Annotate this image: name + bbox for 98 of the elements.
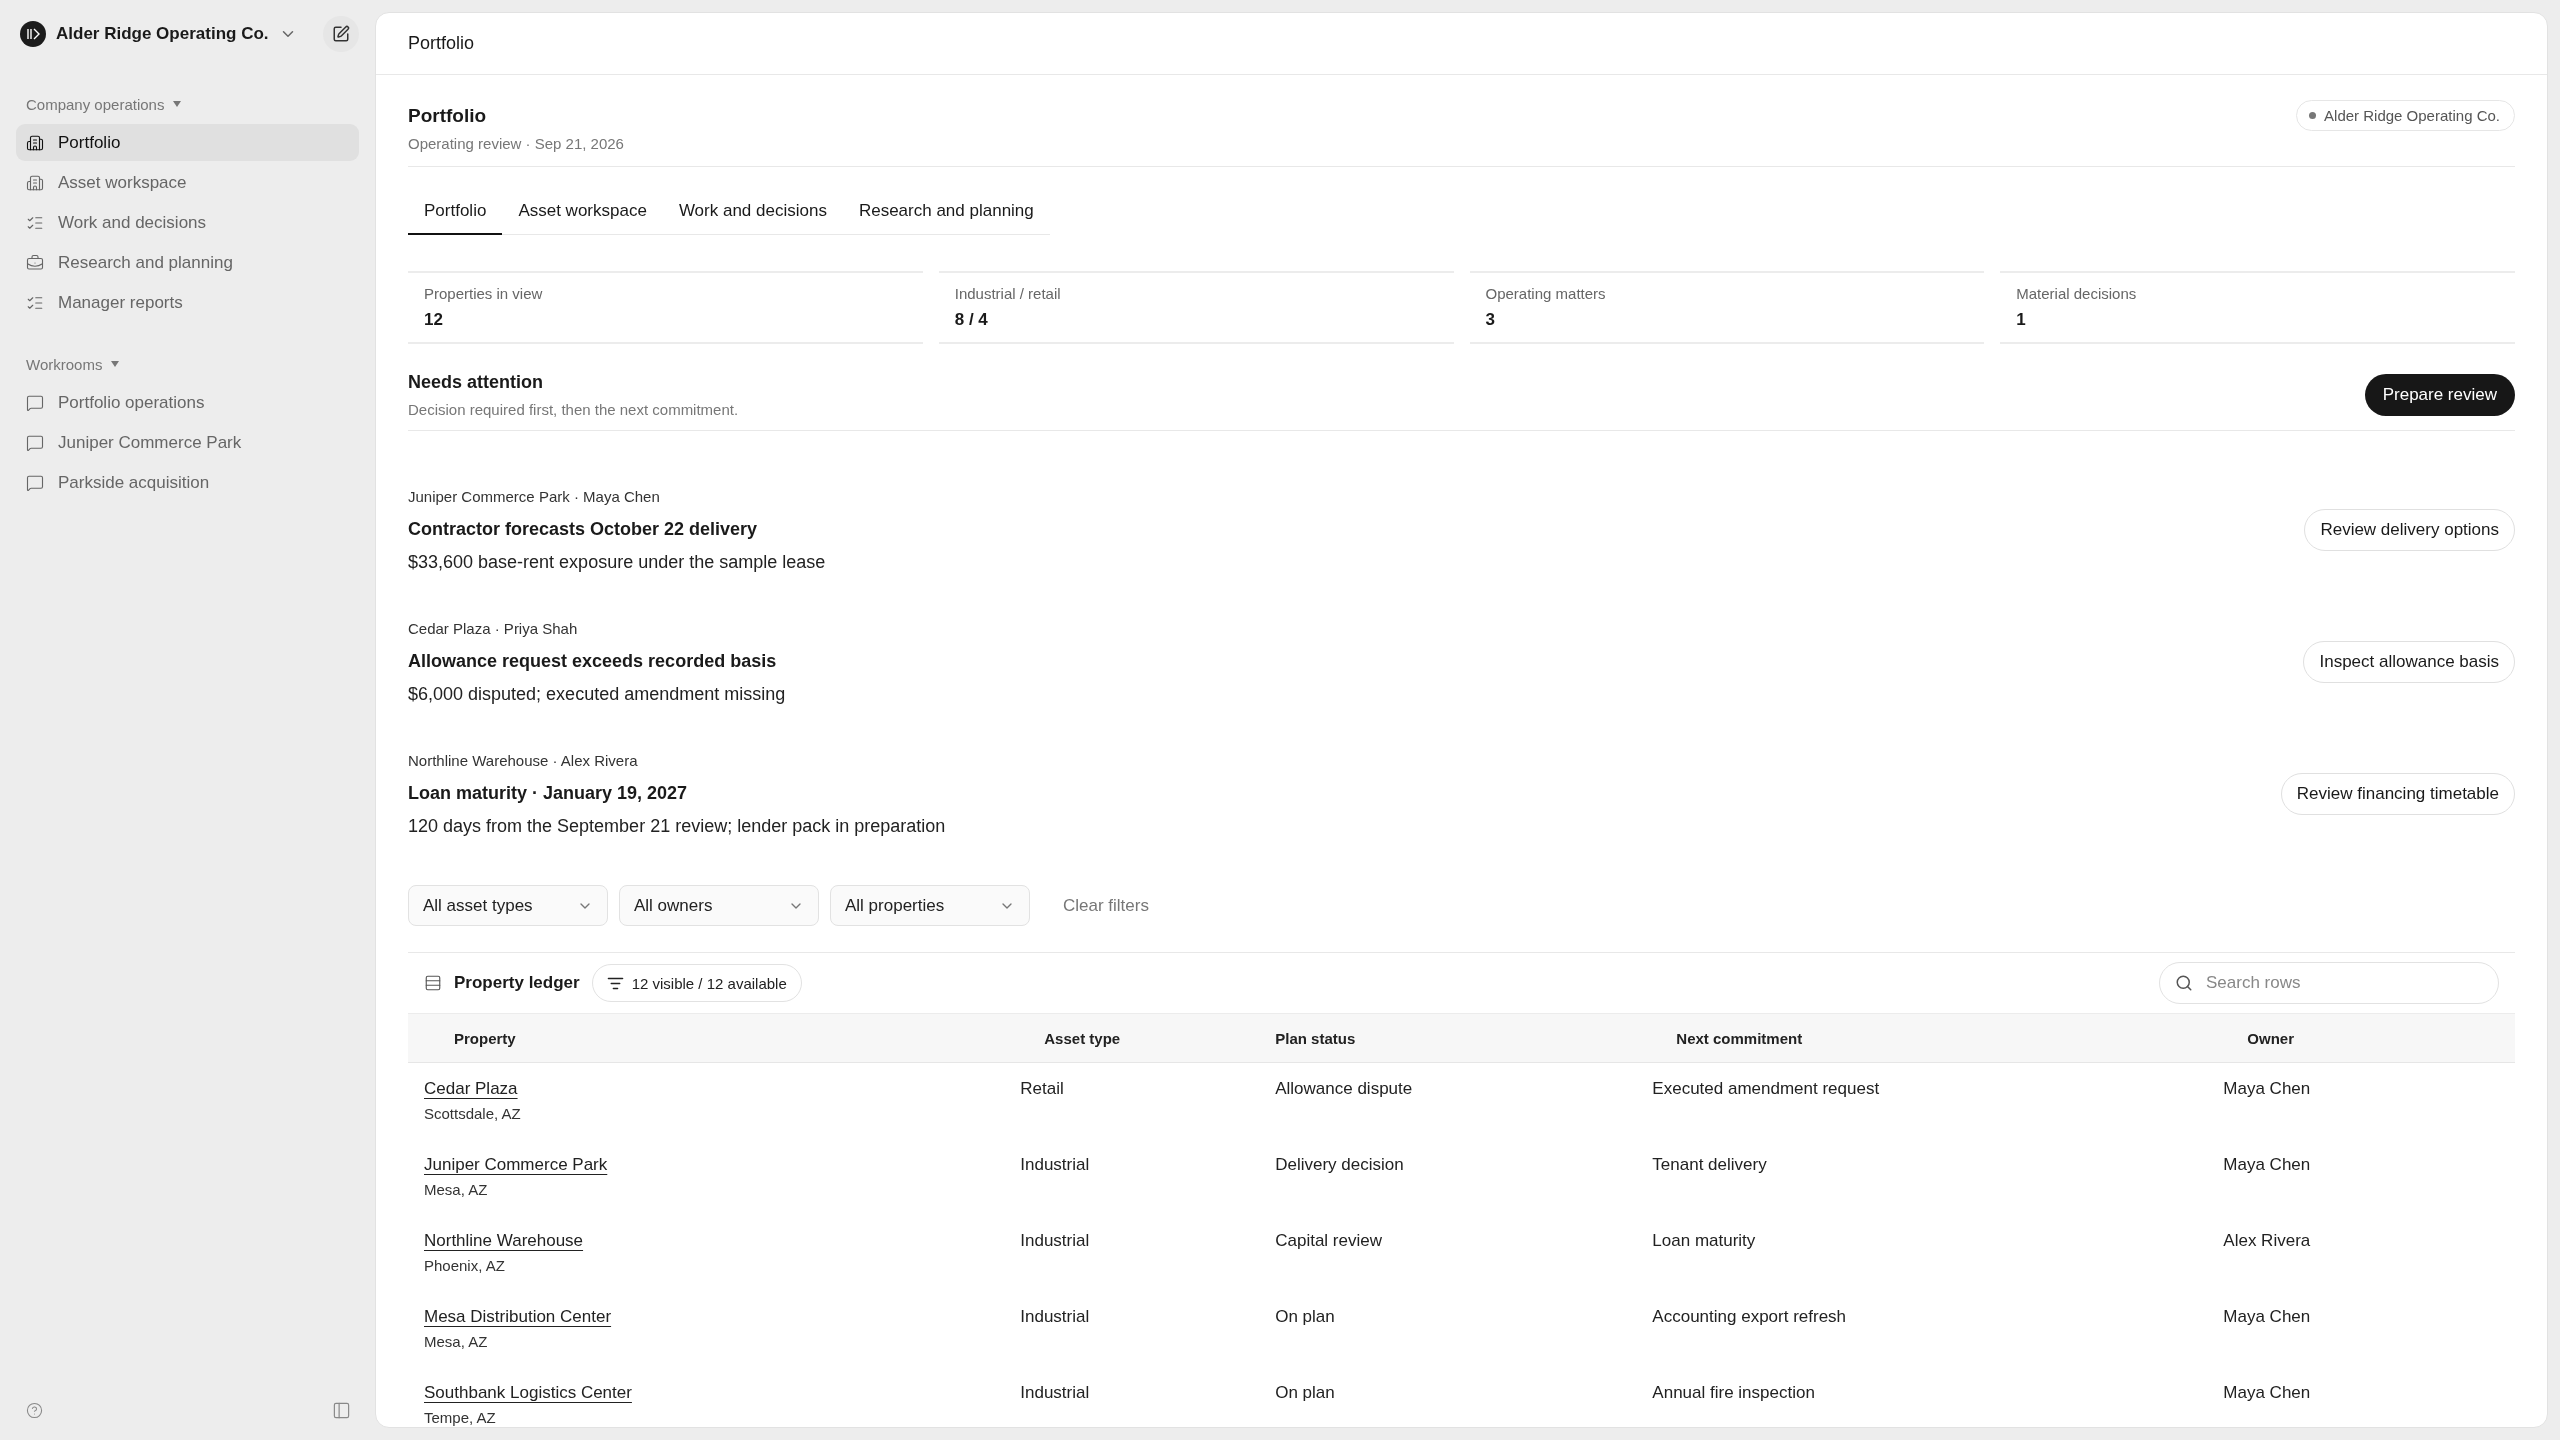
page-subtitle: Operating review · Sep 21, 2026: [408, 135, 624, 152]
property-location: Tempe, AZ: [424, 1409, 496, 1426]
breadcrumb-title: Portfolio: [408, 33, 475, 54]
sidebar-item[interactable]: Work and decisions: [16, 204, 359, 241]
search-field[interactable]: Search rows: [2159, 962, 2499, 1004]
tab[interactable]: Portfolio: [408, 191, 503, 235]
section-title: Needs attention: [408, 372, 545, 393]
item-meta: Juniper Commerce Park · Maya Chen: [408, 487, 661, 505]
sidebar-item[interactable]: Manager reports: [16, 284, 359, 321]
sidebar-toggle-icon[interactable]: [332, 1401, 351, 1420]
table-cell-text: Industrial: [1019, 1307, 1091, 1327]
clear-filters-button[interactable]: Clear filters: [1057, 894, 1155, 917]
logo-icon: [20, 21, 46, 47]
sidebar-item[interactable]: Research and planning: [16, 244, 359, 281]
sidebar-item[interactable]: Juniper Commerce Park: [16, 424, 359, 461]
item-meta: Northline Warehouse · Alex Rivera: [408, 751, 639, 769]
table-cell-text: On plan: [1274, 1307, 1336, 1327]
property-link[interactable]: Mesa Distribution Center: [424, 1307, 612, 1327]
property-link[interactable]: Cedar Plaza: [424, 1079, 518, 1099]
property-link[interactable]: Southbank Logistics Center: [424, 1383, 632, 1403]
column-header[interactable]: Next commitment: [1636, 1029, 2208, 1047]
workspace-switcher[interactable]: Alder Ridge Operating Co.: [16, 21, 297, 47]
stat-label: Industrial / retail: [954, 285, 1062, 302]
stat-value: 12: [424, 310, 444, 330]
tab[interactable]: Research and planning: [842, 191, 1050, 235]
item-title: Contractor forecasts October 22 delivery: [408, 518, 759, 540]
table-cell-text: Allowance dispute: [1274, 1079, 1414, 1099]
column-header[interactable]: Owner: [2207, 1029, 2515, 1047]
sidebar-item[interactable]: Portfolio operations: [16, 384, 359, 421]
search-icon: [2175, 974, 2193, 992]
item-action-button[interactable]: Review delivery options: [2304, 509, 2515, 551]
item-meta: Cedar Plaza · Priya Shah: [408, 619, 579, 637]
table-icon: [424, 974, 442, 992]
help-icon[interactable]: [26, 1402, 43, 1419]
property-location: Phoenix, AZ: [424, 1257, 505, 1274]
stat-value: 8 / 4: [954, 310, 989, 330]
chat-bubble-icon: [26, 473, 44, 492]
compose-icon: [332, 25, 350, 43]
stat-label: Properties in view: [424, 285, 544, 302]
caret-icon: [110, 359, 121, 369]
table-cell-text: Maya Chen: [2222, 1079, 2312, 1099]
new-item-button[interactable]: [323, 16, 359, 52]
table-cell-text: Industrial: [1019, 1231, 1091, 1251]
table-cell-text: Industrial: [1019, 1155, 1091, 1175]
page-title: Portfolio: [408, 105, 488, 127]
item-action-button[interactable]: Review financing timetable: [2280, 773, 2515, 815]
table-cell-text: Tenant delivery: [1651, 1155, 1768, 1175]
filter-dropdown[interactable]: All properties: [830, 885, 1030, 926]
chat-bubble-icon: [26, 393, 44, 412]
item-detail: $33,600 base-rent exposure under the sample lease: [408, 551, 826, 573]
filter-dropdown[interactable]: All asset types: [408, 885, 608, 926]
stat-value: 1: [2016, 310, 2027, 330]
table-cell-text: Retail: [1019, 1079, 1065, 1099]
item-detail: 120 days from the September 21 review; lender pack in preparation: [408, 815, 946, 837]
stat-value: 3: [1485, 310, 1496, 330]
stat-label: Material decisions: [2016, 285, 2138, 302]
stat-label: Operating matters: [1485, 285, 1607, 302]
ledger-title: Property ledger: [454, 973, 580, 993]
column-header[interactable]: Property: [408, 1029, 1005, 1047]
sidebar-section-header[interactable]: Company operations: [16, 90, 193, 118]
filter-dropdown[interactable]: All owners: [619, 885, 819, 926]
item-detail: $6,000 disputed; executed amendment missing: [408, 683, 786, 705]
column-header[interactable]: Plan status: [1259, 1029, 1637, 1047]
section-subtitle: Decision required first, then the next commitment.: [408, 401, 739, 418]
row-count-chip[interactable]: 12 visible / 12 available: [591, 964, 802, 1002]
prepare-review-button[interactable]: Prepare review: [2364, 374, 2515, 416]
building-icon: [26, 133, 44, 152]
table-cell-text: Accounting export refresh: [1651, 1307, 1848, 1327]
table-cell-text: Delivery decision: [1274, 1155, 1405, 1175]
item-action-button[interactable]: Inspect allowance basis: [2303, 641, 2515, 683]
table-cell-text: Maya Chen: [2222, 1307, 2312, 1327]
tab[interactable]: Work and decisions: [662, 191, 843, 235]
item-title: Allowance request exceeds recorded basis: [408, 650, 778, 672]
sidebar-item[interactable]: Parkside acquisition: [16, 464, 359, 501]
property-link[interactable]: Juniper Commerce Park: [424, 1155, 608, 1175]
caret-icon: [172, 99, 183, 109]
table-cell-text: Loan maturity: [1651, 1231, 1757, 1251]
tab[interactable]: Asset workspace: [502, 191, 663, 235]
property-location: Scottsdale, AZ: [424, 1105, 521, 1122]
sidebar-item[interactable]: Portfolio: [16, 124, 359, 161]
table-cell-text: On plan: [1274, 1383, 1336, 1403]
briefcase-icon: [26, 253, 44, 272]
sidebar-section-header[interactable]: Workrooms: [16, 350, 131, 378]
property-link[interactable]: Northline Warehouse: [424, 1231, 584, 1251]
item-title: Loan maturity · January 19, 2027: [408, 782, 689, 804]
column-header[interactable]: Asset type: [1004, 1029, 1260, 1047]
table-cell-text: Maya Chen: [2222, 1383, 2312, 1403]
table-cell-text: Alex Rivera: [2222, 1231, 2312, 1251]
table-cell-text: Capital review: [1274, 1231, 1383, 1251]
property-location: Mesa, AZ: [424, 1333, 488, 1350]
building-icon: [26, 173, 44, 192]
table-cell-text: Maya Chen: [2222, 1155, 2312, 1175]
chat-bubble-icon: [26, 433, 44, 452]
sidebar-item[interactable]: Asset workspace: [16, 164, 359, 201]
table-cell-text: Industrial: [1019, 1383, 1091, 1403]
table-cell-text: Executed amendment request: [1651, 1079, 1881, 1099]
table-cell-text: Annual fire inspection: [1651, 1383, 1816, 1403]
property-location: Mesa, AZ: [424, 1181, 488, 1198]
